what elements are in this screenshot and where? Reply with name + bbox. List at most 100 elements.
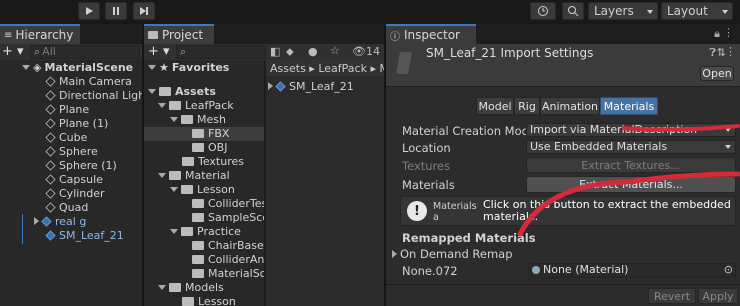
info-text: Materials a assignmen bbox=[433, 201, 477, 223]
tree-item[interactable]: ColliderTes bbox=[192, 197, 264, 211]
scene-name: MaterialScene bbox=[44, 61, 134, 74]
tree-item[interactable]: Practice bbox=[170, 225, 241, 239]
pause-icon[interactable] bbox=[105, 2, 127, 20]
list-item[interactable]: Plane bbox=[45, 103, 89, 117]
more-icon[interactable]: ⋮ bbox=[725, 45, 736, 58]
warning-icon[interactable]: ● bbox=[308, 45, 318, 58]
tab-hierarchy[interactable]: ≡ Hierarchy bbox=[0, 24, 80, 44]
list-item[interactable]: Sphere (1) bbox=[45, 159, 117, 173]
list-item[interactable]: Cube bbox=[45, 131, 87, 145]
tree-item[interactable]: Lesson bbox=[182, 295, 236, 306]
layers-dropdown[interactable]: Layers bbox=[588, 2, 658, 20]
filter-type-icon[interactable]: ◧ bbox=[270, 45, 280, 58]
inspector-tabbar: ⓘ Inspector 🔒︎ ⋮ bbox=[386, 24, 740, 44]
lock-icon[interactable]: 🔒︎ bbox=[714, 27, 720, 41]
tab-model[interactable]: Model bbox=[476, 97, 514, 115]
revert-button[interactable]: Revert bbox=[648, 288, 696, 304]
hierarchy-search-input[interactable]: ⌕ All bbox=[30, 45, 140, 59]
tree-item[interactable]: Assets bbox=[148, 85, 216, 99]
search-icon[interactable] bbox=[562, 2, 584, 20]
star-icon[interactable]: ☆ bbox=[330, 44, 340, 57]
play-icon[interactable] bbox=[78, 2, 100, 20]
add-icon[interactable]: + ▾ bbox=[148, 44, 170, 59]
list-item[interactable]: Capsule bbox=[45, 173, 103, 187]
list-item[interactable]: SM_Leaf_21 bbox=[45, 229, 124, 243]
folder-icon bbox=[169, 101, 181, 110]
tab-animation[interactable]: Animation bbox=[540, 97, 600, 115]
object-picker-icon[interactable]: ⊙ bbox=[724, 264, 733, 276]
item-label: Sphere bbox=[59, 145, 98, 158]
project-folder-tree: ★ Favorites Assets LeafPack Mesh FBX OBJ … bbox=[144, 61, 264, 306]
gameobject-icon bbox=[45, 146, 56, 157]
extract-textures-button[interactable]: Extract Textures... bbox=[526, 157, 736, 173]
chevron-down-icon bbox=[725, 128, 731, 132]
gameobject-icon bbox=[45, 202, 56, 213]
menu-icon[interactable]: ⋮ bbox=[723, 26, 734, 39]
divider bbox=[386, 86, 740, 87]
apply-button[interactable]: Apply bbox=[698, 288, 738, 304]
gameobject-icon bbox=[45, 90, 56, 101]
step-icon[interactable] bbox=[133, 2, 155, 20]
info-icon: ⓘ bbox=[390, 31, 400, 43]
list-item[interactable]: Quad bbox=[45, 201, 88, 215]
tree-label: Lesson bbox=[197, 183, 235, 196]
remap-material-field[interactable]: None (Material) ⊙ bbox=[528, 263, 736, 278]
folder-icon bbox=[148, 31, 158, 39]
tree-item[interactable]: MaterialSc bbox=[192, 267, 264, 281]
model-icon bbox=[275, 81, 286, 92]
project-search-input[interactable]: ⌕ bbox=[176, 45, 266, 59]
folder-icon bbox=[192, 199, 204, 208]
tree-item[interactable]: Models bbox=[158, 281, 224, 295]
open-button[interactable]: Open bbox=[700, 66, 734, 81]
material-creation-mode-dropdown[interactable]: Import via MaterialDescription bbox=[526, 123, 736, 137]
gameobject-icon bbox=[45, 174, 56, 185]
list-item[interactable]: Sphere bbox=[45, 145, 98, 159]
history-icon[interactable] bbox=[530, 2, 556, 20]
tab-rig[interactable]: Rig bbox=[514, 97, 540, 115]
tab-inspector[interactable]: ⓘ Inspector bbox=[386, 24, 476, 44]
visibility-count[interactable]: 👁14 bbox=[352, 45, 380, 58]
tree-item[interactable]: Mesh bbox=[170, 113, 226, 127]
collapse-icon bbox=[34, 217, 39, 225]
list-item[interactable]: Main Camera bbox=[45, 75, 132, 89]
tree-item[interactable]: LeafPack bbox=[158, 99, 234, 113]
layout-dropdown[interactable]: Layout bbox=[661, 2, 733, 20]
tree-label: ColliderAnd bbox=[208, 253, 264, 266]
scene-row[interactable]: ◈ MaterialScene bbox=[22, 61, 133, 75]
list-item[interactable]: Directional Light bbox=[45, 89, 149, 103]
tab-materials[interactable]: Materials bbox=[600, 97, 658, 115]
tree-item[interactable]: SampleSce bbox=[192, 211, 264, 225]
folder-icon bbox=[159, 87, 171, 96]
breadcrumb-item[interactable]: LeafPack bbox=[318, 62, 367, 75]
extract-materials-button[interactable]: Extract Materials... bbox=[526, 176, 736, 193]
list-item[interactable]: real g bbox=[34, 215, 86, 229]
dropdown-value: Use Embedded Materials bbox=[530, 140, 668, 153]
hierarchy-tabbar: ≡ Hierarchy bbox=[0, 24, 142, 44]
favorites-row[interactable]: ★ Favorites bbox=[148, 61, 229, 75]
breadcrumb-item[interactable]: Assets bbox=[270, 62, 306, 75]
tab-project[interactable]: Project bbox=[144, 24, 214, 44]
folder-icon bbox=[169, 171, 181, 180]
tree-item[interactable]: Material bbox=[158, 169, 230, 183]
location-dropdown[interactable]: Use Embedded Materials bbox=[526, 140, 736, 154]
search-placeholder: All bbox=[42, 45, 56, 58]
tree-item[interactable]: FBX bbox=[192, 127, 229, 141]
expand-icon bbox=[148, 65, 156, 70]
list-item[interactable]: Cylinder bbox=[45, 187, 105, 201]
list-item[interactable]: Plane (1) bbox=[45, 117, 108, 131]
add-icon[interactable]: + ▾ bbox=[2, 44, 24, 59]
tree-item[interactable]: Textures bbox=[182, 155, 244, 169]
tree-item[interactable]: ColliderAnd bbox=[192, 253, 264, 267]
tag-icon[interactable]: ⬥ bbox=[286, 45, 294, 59]
tree-label: ChairBaseM bbox=[208, 239, 264, 252]
tree-item[interactable]: ChairBaseM bbox=[192, 239, 264, 253]
info-icon: ! bbox=[407, 201, 427, 221]
file-item[interactable]: SM_Leaf_21 bbox=[268, 80, 354, 94]
project-panel: Project + ▾ ⌕ ◧ ⬥ ● ☆ 👁14 ★ Favorites Ass… bbox=[144, 24, 384, 306]
tree-item[interactable]: Lesson bbox=[170, 183, 235, 197]
prefab-icon bbox=[45, 230, 56, 241]
list-icon: ≡ bbox=[4, 29, 13, 41]
help-icon[interactable]: ❓︎ bbox=[709, 46, 716, 60]
tree-item[interactable]: OBJ bbox=[192, 141, 227, 155]
on-demand-remap-foldout[interactable]: On Demand Remap bbox=[392, 247, 513, 261]
